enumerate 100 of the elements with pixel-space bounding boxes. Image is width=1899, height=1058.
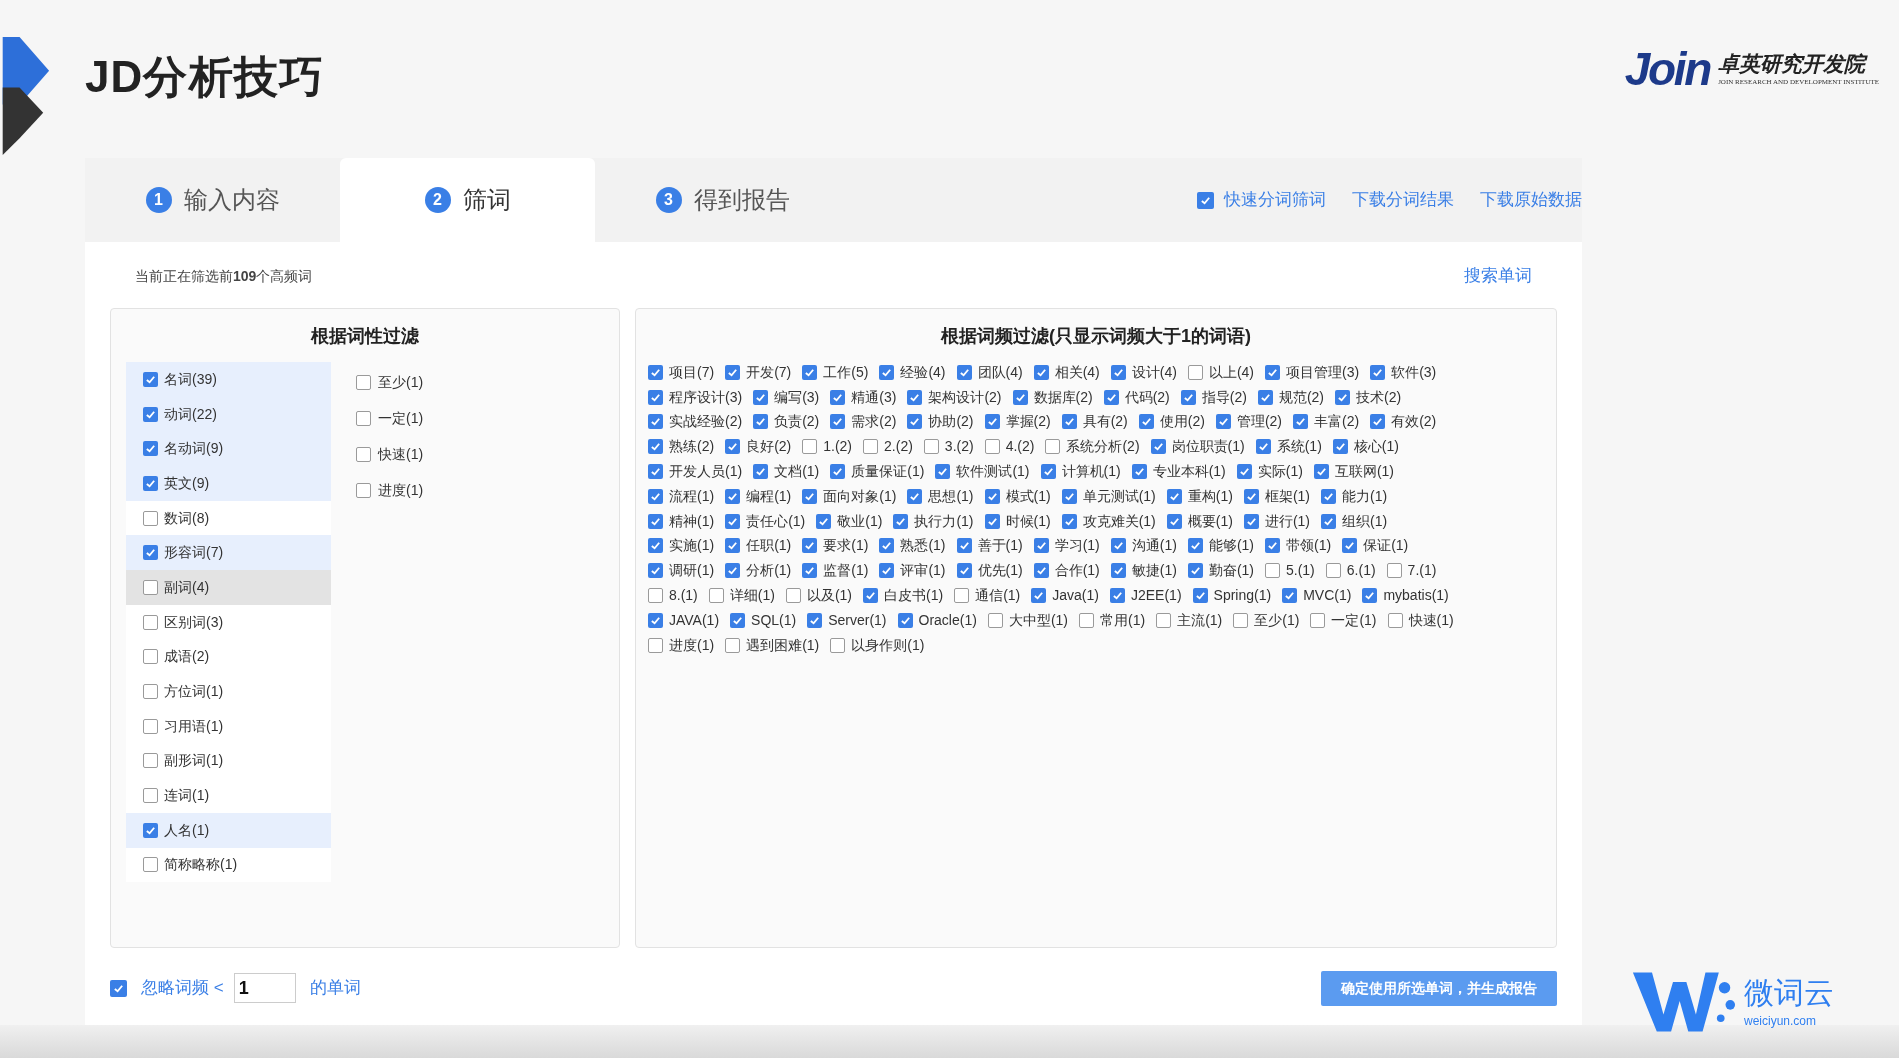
- word-option[interactable]: 架构设计(2): [907, 386, 1002, 408]
- checkbox[interactable]: [893, 513, 909, 529]
- word-option[interactable]: 敬业(1): [816, 510, 883, 532]
- pos-category[interactable]: 英文(9): [126, 466, 331, 501]
- checkbox[interactable]: [1150, 439, 1166, 455]
- checkbox[interactable]: [1192, 588, 1208, 604]
- checkbox[interactable]: [143, 718, 158, 734]
- word-option[interactable]: 监督(1): [802, 560, 869, 582]
- checkbox[interactable]: [1138, 414, 1154, 430]
- checkbox[interactable]: [143, 649, 158, 665]
- word-option[interactable]: 一定(1): [356, 400, 424, 436]
- checkbox[interactable]: [648, 364, 663, 380]
- checkbox[interactable]: [1197, 191, 1214, 209]
- checkbox[interactable]: [1370, 364, 1386, 380]
- checkbox[interactable]: [143, 614, 158, 630]
- pos-category[interactable]: 副形词(1): [126, 743, 331, 779]
- checkbox[interactable]: [1187, 364, 1203, 380]
- word-option[interactable]: 设计(4): [1110, 361, 1177, 383]
- word-option[interactable]: 以及(1): [785, 585, 853, 607]
- word-option[interactable]: SQL(1): [730, 609, 797, 631]
- word-option[interactable]: 岗位职责(1): [1150, 436, 1245, 458]
- checkbox[interactable]: [725, 563, 741, 579]
- checkbox[interactable]: [1257, 389, 1273, 405]
- checkbox[interactable]: [143, 822, 158, 838]
- word-option[interactable]: 白皮书(1): [863, 585, 944, 607]
- checkbox[interactable]: [1187, 538, 1203, 554]
- pos-category[interactable]: 形容词(7): [126, 535, 331, 571]
- checkbox[interactable]: [1033, 538, 1049, 554]
- checkbox[interactable]: [1313, 464, 1329, 480]
- pos-category[interactable]: 习用语(1): [126, 708, 331, 744]
- checkbox[interactable]: [1362, 588, 1378, 604]
- checkbox[interactable]: [879, 364, 895, 380]
- checkbox[interactable]: [648, 389, 663, 405]
- word-option[interactable]: 善于(1): [956, 535, 1023, 557]
- checkbox[interactable]: [753, 414, 769, 430]
- pos-category[interactable]: 人名(1): [126, 812, 331, 848]
- word-option[interactable]: 框架(1): [1243, 485, 1310, 507]
- checkbox[interactable]: [987, 612, 1003, 628]
- checkbox[interactable]: [356, 446, 371, 462]
- checkbox[interactable]: [648, 612, 663, 628]
- checkbox[interactable]: [1110, 588, 1125, 604]
- checkbox[interactable]: [143, 579, 158, 595]
- word-option[interactable]: 开发(7): [725, 361, 792, 383]
- word-option[interactable]: 要求(1): [802, 535, 869, 557]
- word-option[interactable]: 程序设计(3): [648, 386, 743, 408]
- checkbox[interactable]: [1061, 488, 1077, 504]
- word-option[interactable]: Spring(1): [1192, 585, 1272, 607]
- word-option[interactable]: 系统(1): [1255, 436, 1322, 458]
- word-option[interactable]: 以上(4): [1187, 361, 1254, 383]
- word-option[interactable]: 工作(5): [802, 361, 869, 383]
- checkbox[interactable]: [143, 406, 158, 422]
- checkbox[interactable]: [1293, 414, 1308, 430]
- checkbox[interactable]: [753, 389, 769, 405]
- word-option[interactable]: 勤奋(1): [1187, 560, 1254, 582]
- word-option[interactable]: Java(1): [1031, 585, 1099, 607]
- checkbox[interactable]: [1321, 513, 1336, 529]
- checkbox[interactable]: [802, 439, 818, 455]
- word-option[interactable]: 主流(1): [1156, 609, 1223, 631]
- word-option[interactable]: 指导(2): [1180, 386, 1247, 408]
- checkbox[interactable]: [984, 414, 1000, 430]
- checkbox[interactable]: [1045, 439, 1061, 455]
- checkbox[interactable]: [143, 857, 158, 873]
- word-option[interactable]: 至少(1): [1233, 609, 1300, 631]
- word-option[interactable]: 项目管理(3): [1265, 361, 1360, 383]
- word-option[interactable]: 项目(7): [648, 361, 715, 383]
- checkbox[interactable]: [1079, 612, 1094, 628]
- checkbox[interactable]: [1215, 414, 1231, 430]
- word-option[interactable]: 一定(1): [1310, 609, 1377, 631]
- word-option[interactable]: 执行力(1): [893, 510, 974, 532]
- word-option[interactable]: 大中型(1): [987, 609, 1068, 631]
- checkbox[interactable]: [956, 563, 972, 579]
- word-option[interactable]: 保证(1): [1342, 535, 1409, 557]
- checkbox[interactable]: [143, 545, 158, 561]
- word-option[interactable]: 组织(1): [1321, 510, 1388, 532]
- checkbox[interactable]: [935, 464, 951, 480]
- checkbox[interactable]: [830, 414, 846, 430]
- checkbox[interactable]: [954, 588, 970, 604]
- checkbox[interactable]: [648, 513, 663, 529]
- checkbox[interactable]: [648, 637, 663, 653]
- word-option[interactable]: Server(1): [807, 609, 887, 631]
- word-option[interactable]: JAVA(1): [648, 609, 720, 631]
- word-option[interactable]: 3.(2): [923, 436, 974, 458]
- checkbox[interactable]: [802, 364, 818, 380]
- step-tab[interactable]: 2 筛词: [340, 158, 595, 242]
- checkbox[interactable]: [830, 637, 846, 653]
- word-option[interactable]: 至少(1): [356, 364, 424, 400]
- word-option[interactable]: 软件测试(1): [935, 461, 1030, 483]
- word-option[interactable]: 相关(4): [1033, 361, 1100, 383]
- checkbox[interactable]: [648, 488, 663, 504]
- word-option[interactable]: 编程(1): [725, 485, 792, 507]
- word-option[interactable]: 1.(2): [802, 436, 853, 458]
- word-option[interactable]: 快速(1): [356, 436, 424, 472]
- checkbox[interactable]: [648, 538, 663, 554]
- checkbox[interactable]: [1131, 464, 1147, 480]
- word-option[interactable]: 实际(1): [1236, 461, 1303, 483]
- checkbox[interactable]: [708, 588, 724, 604]
- word-option[interactable]: 能够(1): [1187, 535, 1254, 557]
- checkbox[interactable]: [1282, 588, 1298, 604]
- checkbox[interactable]: [143, 510, 158, 526]
- word-option[interactable]: mybatis(1): [1362, 585, 1449, 607]
